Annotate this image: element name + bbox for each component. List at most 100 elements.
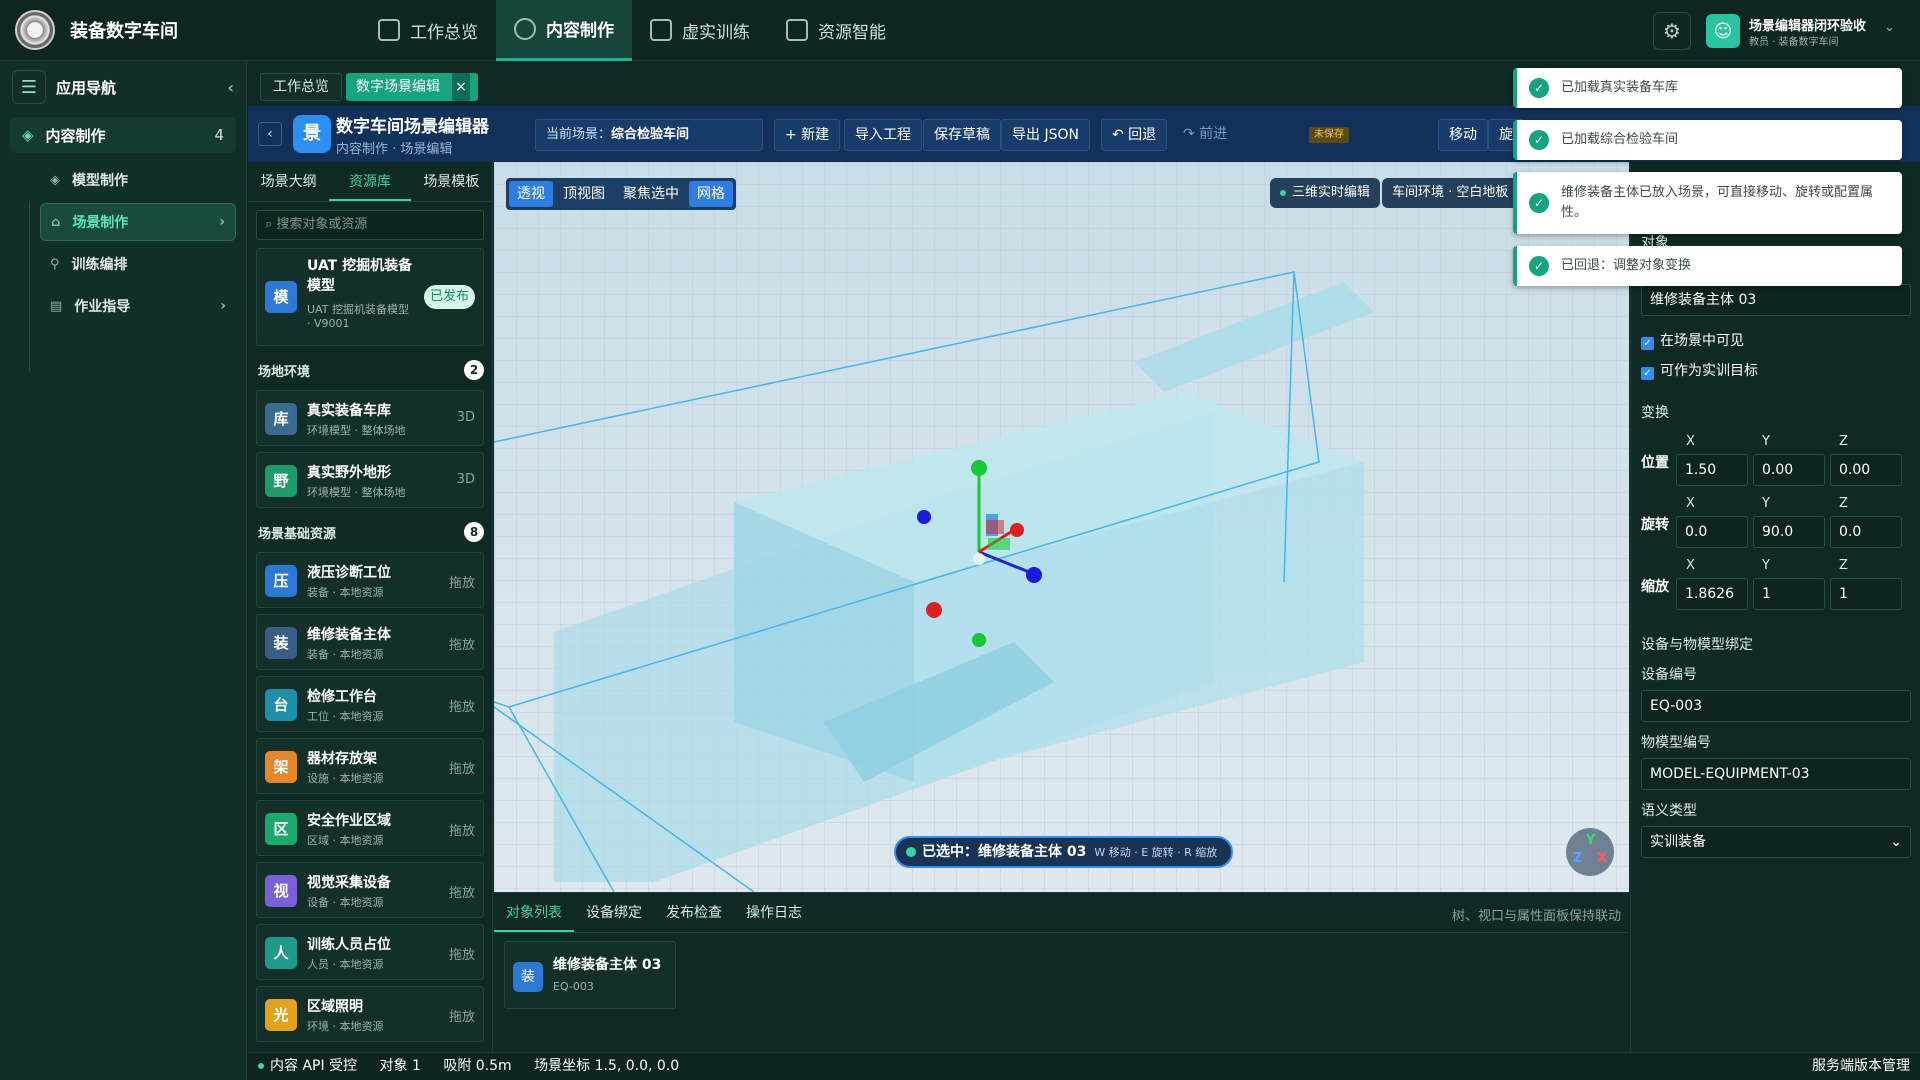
- chevron-right-icon: ›: [220, 298, 226, 314]
- resource-card[interactable]: 库真实装备车库 环境模型 · 整体场地 3D: [256, 390, 484, 446]
- scene-selector[interactable]: 当前场景：综合检验车间: [535, 119, 763, 151]
- resource-panel: 场景大纲 资源库 场景模板 ⌕ 搜索对象或资源 模 UAT 挖掘机装备 模型 U…: [248, 162, 493, 1052]
- resource-card[interactable]: 区安全作业区域 区域 · 本地资源 拖放: [256, 800, 484, 856]
- rotation-y-input[interactable]: 90.0: [1753, 516, 1825, 548]
- home-icon: ⌂: [51, 214, 61, 230]
- resource-card[interactable]: 台检修工作台 工位 · 本地资源 拖放: [256, 676, 484, 732]
- target-checkbox[interactable]: ✓ 可作为实训目标: [1641, 360, 1758, 380]
- topnav-content[interactable]: 内容制作: [496, 0, 632, 61]
- resource-card[interactable]: 野真实野外地形 环境模型 · 整体场地 3D: [256, 452, 484, 508]
- settings-button[interactable]: ⚙: [1653, 12, 1691, 50]
- tab-templates[interactable]: 场景模板: [411, 162, 492, 201]
- position-x-input[interactable]: 1.50: [1676, 454, 1748, 486]
- object-list-item[interactable]: 装 维修装备主体 03 EQ-003: [504, 941, 676, 1009]
- chevron-down-icon[interactable]: ⌄: [1884, 20, 1895, 35]
- featured-resource-card[interactable]: 模 UAT 挖掘机装备 模型 UAT 挖掘机装备模型 · V9001 已发布: [256, 248, 484, 346]
- resource-icon: 压: [265, 565, 297, 597]
- tab-overview[interactable]: 工作总览: [260, 73, 342, 101]
- topnav-overview[interactable]: 工作总览: [360, 0, 496, 61]
- resource-title: UAT 挖掘机装备: [307, 258, 413, 274]
- search-input[interactable]: ⌕ 搜索对象或资源: [256, 210, 484, 240]
- version-management[interactable]: 服务端版本管理: [1812, 1053, 1910, 1079]
- 3d-viewport[interactable]: 透视 顶视图 聚焦选中 网格 三维实时编辑 车间环境 · 空白地板 已选中：维修…: [494, 162, 1629, 892]
- topnav-resources[interactable]: 资源智能: [768, 0, 904, 61]
- tab-device-binding[interactable]: 设备绑定: [574, 893, 654, 932]
- check-circle-icon: ✓: [1529, 78, 1549, 98]
- scene-canvas[interactable]: [494, 162, 1629, 892]
- resource-tag: 3D: [456, 410, 475, 425]
- resource-card[interactable]: 压液压诊断工位 装备 · 本地资源 拖放: [256, 552, 484, 608]
- back-button[interactable]: ‹: [258, 122, 282, 146]
- resource-sub: 工位 · 本地资源: [307, 710, 384, 723]
- ai-icon: [786, 19, 808, 41]
- import-button[interactable]: 导入工程: [844, 119, 922, 151]
- axis-x-label: X: [1686, 496, 1695, 511]
- resource-sub: 装备 · 本地资源: [307, 648, 384, 661]
- menu-icon[interactable]: ☰: [12, 70, 46, 104]
- sidebar-item-scene[interactable]: ⌂ 场景制作 ›: [40, 203, 236, 241]
- tab-library[interactable]: 资源库: [329, 162, 411, 201]
- resource-card[interactable]: 光区域照明 环境 · 本地资源 拖放: [256, 986, 484, 1042]
- panel-hint: 树、视口与属性面板保持联动: [1451, 909, 1621, 924]
- focus-selection-button[interactable]: 聚焦选中: [615, 181, 687, 207]
- perspective-button[interactable]: 透视: [509, 181, 553, 207]
- status-bar: 内容 API 受控 对象 1 吸附 0.5m 场景坐标 1.5, 0.0, 0.…: [248, 1052, 1920, 1080]
- tab-outline[interactable]: 场景大纲: [248, 162, 329, 201]
- section-environment: 场地环境 2: [258, 360, 484, 380]
- status-dot: [906, 847, 916, 857]
- resource-tag: 拖放: [448, 948, 475, 963]
- model-id-field[interactable]: MODEL-EQUIPMENT-03: [1641, 758, 1911, 790]
- top-view-button[interactable]: 顶视图: [555, 181, 613, 207]
- position-y-input[interactable]: 0.00: [1753, 454, 1825, 486]
- scale-y-input[interactable]: 1: [1753, 578, 1825, 610]
- axis-x-label: X: [1686, 434, 1695, 449]
- redo-button[interactable]: ↷ 前进: [1173, 119, 1237, 151]
- search-icon: ⌕: [265, 217, 277, 232]
- save-draft-button[interactable]: 保存草稿: [923, 119, 1001, 151]
- export-json-button[interactable]: 导出 JSON: [1001, 119, 1090, 151]
- tab-object-list[interactable]: 对象列表: [494, 893, 574, 932]
- device-id-field[interactable]: EQ-003: [1641, 690, 1911, 722]
- resource-icon: 架: [265, 751, 297, 783]
- resource-icon: 台: [265, 689, 297, 721]
- scale-z-input[interactable]: 1: [1830, 578, 1902, 610]
- resource-sub: 装备 · 本地资源: [307, 586, 384, 599]
- sidebar-group-content[interactable]: ◈ 内容制作 4: [10, 117, 236, 153]
- grid-toggle-button[interactable]: 网格: [689, 181, 733, 207]
- resource-sub: 区域 · 本地资源: [307, 834, 384, 847]
- check-circle-icon: ✓: [1529, 193, 1549, 213]
- scale-x-input[interactable]: 1.8626: [1676, 578, 1748, 610]
- sidebar-item-guide[interactable]: ▤ 作业指导 ›: [40, 287, 236, 325]
- object-name-field[interactable]: 维修装备主体 03: [1641, 284, 1911, 316]
- resource-card[interactable]: 人训练人员占位 人员 · 本地资源 拖放: [256, 924, 484, 980]
- tab-scene-editor[interactable]: 数字场景编辑 ×: [346, 73, 478, 101]
- avatar[interactable]: ☺: [1706, 14, 1740, 48]
- section-count: 2: [464, 360, 484, 380]
- close-icon[interactable]: ×: [452, 73, 470, 101]
- new-button[interactable]: + 新建: [774, 119, 841, 151]
- rotation-x-input[interactable]: 0.0: [1676, 516, 1748, 548]
- environment-pill[interactable]: 车间环境 · 空白地板: [1382, 178, 1519, 208]
- resource-card[interactable]: 装维修装备主体 装备 · 本地资源 拖放: [256, 614, 484, 670]
- top-nav: 工作总览 内容制作 虚实训练 资源智能: [360, 0, 904, 61]
- resource-sub: 设施 · 本地资源: [307, 772, 384, 785]
- semantic-type-select[interactable]: 实训装备 ⌄: [1641, 826, 1911, 858]
- position-z-input[interactable]: 0.00: [1830, 454, 1902, 486]
- undo-button[interactable]: ↶ 回退: [1101, 119, 1168, 151]
- tab-operation-log[interactable]: 操作日志: [734, 893, 814, 932]
- sidebar-item-model[interactable]: ◈ 模型制作: [40, 161, 236, 199]
- resource-title: 区域照明: [307, 999, 363, 1015]
- resource-icon: 视: [265, 875, 297, 907]
- section-base-resources: 场景基础资源 8: [258, 522, 484, 542]
- tab-publish-check[interactable]: 发布检查: [654, 893, 734, 932]
- resource-card[interactable]: 视视觉采集设备 设备 · 本地资源 拖放: [256, 862, 484, 918]
- rotation-z-input[interactable]: 0.0: [1830, 516, 1902, 548]
- axis-orientation-gizmo[interactable]: Y Z X: [1566, 828, 1614, 876]
- visible-checkbox[interactable]: ✓ 在场景中可见: [1641, 330, 1744, 350]
- resource-card[interactable]: 架器材存放架 设施 · 本地资源 拖放: [256, 738, 484, 794]
- resource-icon: 库: [265, 403, 297, 435]
- collapse-sidebar-button[interactable]: ‹: [227, 78, 234, 97]
- topnav-training[interactable]: 虚实训练: [632, 0, 768, 61]
- sidebar-item-training[interactable]: ⚲ 训练编排: [40, 245, 236, 283]
- move-button[interactable]: 移动: [1438, 119, 1488, 151]
